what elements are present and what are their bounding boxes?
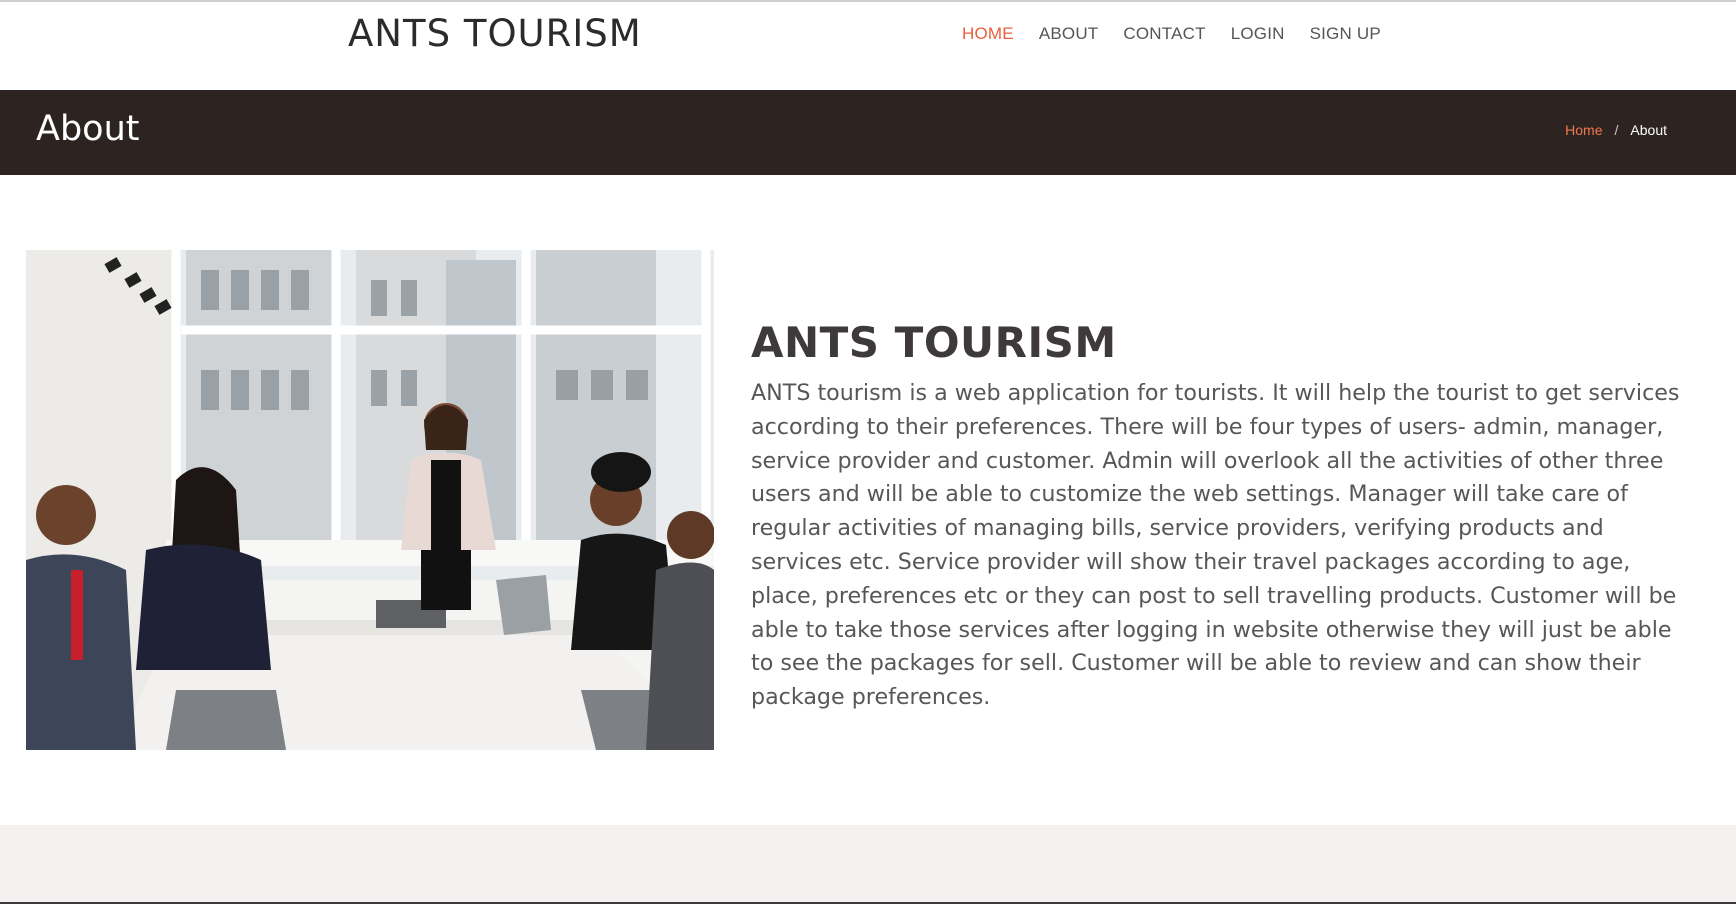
footer-band xyxy=(0,825,1736,904)
site-logo[interactable]: ANTS TOURISM xyxy=(348,12,642,55)
nav-login[interactable]: LOGIN xyxy=(1231,24,1285,44)
breadcrumb: Home / About xyxy=(1565,122,1667,138)
about-heading: ANTS TOURISM xyxy=(751,318,1117,367)
about-description: ANTS tourism is a web application for to… xyxy=(751,380,1680,711)
nav-about[interactable]: ABOUT xyxy=(1039,24,1099,44)
breadcrumb-current: About xyxy=(1630,122,1667,138)
about-section: ANTS TOURISM ANTS tourism is a web appli… xyxy=(751,318,1681,715)
page-banner: About Home / About xyxy=(0,90,1736,175)
breadcrumb-home-link[interactable]: Home xyxy=(1565,122,1602,138)
site-header: ANTS TOURISM HOME ABOUT CONTACT LOGIN SI… xyxy=(0,2,1736,90)
page-title: About xyxy=(36,109,140,149)
nav-home[interactable]: HOME xyxy=(962,24,1014,44)
breadcrumb-separator: / xyxy=(1614,122,1619,138)
main-nav: HOME ABOUT CONTACT LOGIN SIGN UP xyxy=(962,24,1381,44)
nav-sign-up[interactable]: SIGN UP xyxy=(1310,24,1381,44)
business-meeting-photo xyxy=(26,250,714,750)
nav-contact[interactable]: CONTACT xyxy=(1123,24,1205,44)
